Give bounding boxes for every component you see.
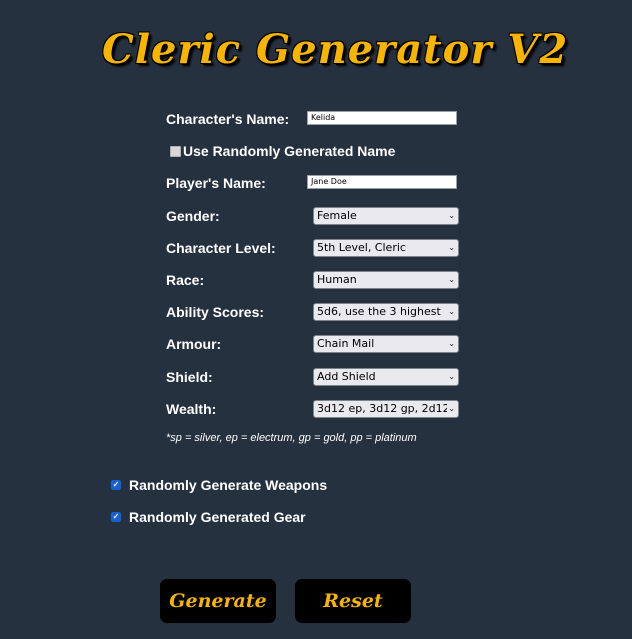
chevron-down-icon: ⌄: [447, 240, 455, 256]
wealth-value: 3d12 ep, 3d12 gp, 2d12: [317, 402, 450, 415]
character-level-value: 5th Level, Cleric: [317, 241, 406, 254]
chevron-down-icon: ⌄: [447, 304, 455, 320]
chevron-down-icon: ⌄: [447, 336, 455, 352]
ability-scores-select[interactable]: 5d6, use the 3 highest ⌄: [313, 303, 459, 321]
chevron-down-icon: ⌄: [447, 272, 455, 288]
random-gear-label: Randomly Generated Gear: [129, 509, 306, 525]
character-name-input[interactable]: Kelida: [307, 111, 457, 125]
gender-select[interactable]: Female ⌄: [313, 207, 459, 225]
player-name-label: Player's Name:: [166, 175, 266, 191]
ability-scores-row: Ability Scores: 5d6, use the 3 highest ⌄: [166, 303, 466, 323]
race-select[interactable]: Human ⌄: [313, 271, 459, 289]
character-level-label: Character Level:: [166, 240, 276, 256]
currency-note: *sp = silver, ep = electrum, gp = gold, …: [166, 432, 417, 444]
character-name-label: Character's Name:: [166, 111, 290, 127]
random-weapons-option[interactable]: ✓ Randomly Generate Weapons: [111, 476, 327, 494]
ability-scores-value: 5d6, use the 3 highest: [317, 305, 441, 318]
shield-row: Shield: Add Shield ⌄: [166, 368, 466, 388]
reset-button[interactable]: Reset: [295, 579, 411, 623]
page-title: Cleric Generator V2: [102, 26, 569, 73]
random-name-option[interactable]: Use Randomly Generated Name: [170, 142, 395, 160]
chevron-down-icon: ⌄: [447, 401, 455, 417]
wealth-row: Wealth: 3d12 ep, 3d12 gp, 2d12 ⌄: [166, 400, 466, 420]
wealth-select[interactable]: 3d12 ep, 3d12 gp, 2d12 ⌄: [313, 400, 459, 418]
random-gear-option[interactable]: ✓ Randomly Generated Gear: [111, 508, 306, 526]
armour-row: Armour: Chain Mail ⌄: [166, 335, 466, 355]
chevron-down-icon: ⌄: [447, 208, 455, 224]
character-name-row: Character's Name: Kelida: [166, 110, 466, 130]
random-gear-checkbox[interactable]: ✓: [111, 512, 121, 523]
random-weapons-checkbox[interactable]: ✓: [111, 480, 121, 491]
checkmark-icon: ✓: [112, 480, 120, 490]
wealth-label: Wealth:: [166, 401, 217, 417]
character-level-select[interactable]: 5th Level, Cleric ⌄: [313, 239, 459, 257]
gender-value: Female: [317, 209, 357, 222]
ability-scores-label: Ability Scores:: [166, 304, 265, 320]
random-name-checkbox[interactable]: [170, 145, 181, 157]
chevron-down-icon: ⌄: [447, 369, 455, 385]
player-name-input[interactable]: Jane Doe: [307, 175, 457, 189]
random-name-label: Use Randomly Generated Name: [183, 143, 396, 159]
shield-value: Add Shield: [317, 370, 376, 383]
race-value: Human: [317, 273, 357, 286]
gender-row: Gender: Female ⌄: [166, 207, 466, 227]
character-level-row: Character Level: 5th Level, Cleric ⌄: [166, 239, 466, 259]
armour-select[interactable]: Chain Mail ⌄: [313, 335, 459, 353]
race-row: Race: Human ⌄: [166, 271, 466, 291]
generate-button[interactable]: Generate: [160, 579, 276, 623]
gender-label: Gender:: [166, 208, 220, 224]
armour-label: Armour:: [166, 336, 222, 352]
player-name-row: Player's Name: Jane Doe: [166, 174, 466, 194]
race-label: Race:: [166, 272, 205, 288]
shield-label: Shield:: [166, 369, 213, 385]
armour-value: Chain Mail: [317, 337, 375, 350]
shield-select[interactable]: Add Shield ⌄: [313, 368, 459, 386]
checkmark-icon: ✓: [112, 512, 120, 522]
random-weapons-label: Randomly Generate Weapons: [129, 477, 328, 493]
